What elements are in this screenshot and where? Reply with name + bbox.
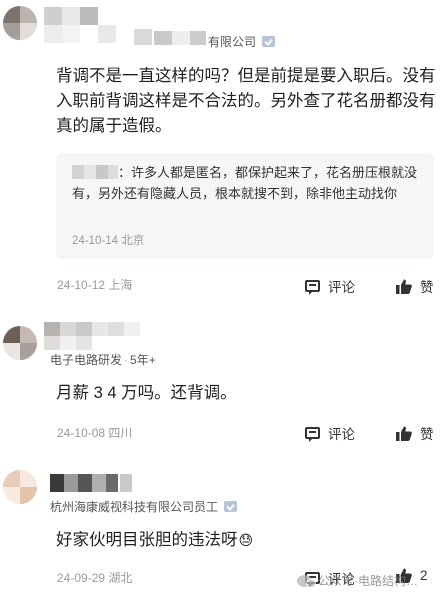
watermark-text: 公众号·电路结构… <box>318 574 418 588</box>
author-years: 5年+ <box>130 353 156 367</box>
comment-button[interactable]: 评论 <box>305 423 355 443</box>
comment-icon <box>305 427 320 442</box>
comment-text: 背调不是一直这样的吗？但是前提是要入职后。没有入职前背调这样是不合法的。另外查了… <box>56 67 436 135</box>
avatar[interactable] <box>3 470 37 504</box>
reply-date: 24-10-14 北京 <box>72 235 145 247</box>
reply-author-blurred <box>72 165 118 179</box>
comment-label: 评论 <box>328 280 355 295</box>
watermark: 公众号·电路结构… <box>297 572 418 589</box>
comment-date: 24-09-29 湖北 <box>57 571 133 585</box>
like-button[interactable]: 赞 <box>396 423 434 443</box>
verified-badge-icon <box>224 501 238 512</box>
comment-text: 月薪 3 4 万吗。还背调。 <box>56 384 237 402</box>
thumbs-up-icon <box>396 279 412 294</box>
comment-date: 24-10-12 上海 <box>57 278 133 292</box>
author-role: 电子电路研发 <box>50 353 123 367</box>
comment-label: 评论 <box>328 427 355 442</box>
comment-button[interactable]: 评论 <box>305 276 355 296</box>
quoted-reply[interactable]: ：许多人都是匿名，都保护起来了，花名册压根就没有，另外还有隐藏人员，根本就搜不到… <box>56 153 434 259</box>
thumbs-up-icon <box>396 426 412 441</box>
author-company: 杭州海康威视科技有限公司员工 <box>50 498 238 515</box>
comment-icon <box>305 280 320 295</box>
reply-text-body: ：许多人都是匿名，都保护起来了，花名册压根就没有，另外还有隐藏人员，根本就搜不到… <box>72 165 418 201</box>
separator: · <box>124 352 129 367</box>
comment-date: 24-10-08 四川 <box>57 426 133 440</box>
author-title: 电子电路研发 · 5年+ <box>50 351 156 368</box>
author-company: 有限公司 <box>208 33 276 50</box>
company-name: 有限公司 <box>208 35 257 49</box>
avatar[interactable] <box>3 6 37 40</box>
company-name: 杭州海康威视科技有限公司员工 <box>50 500 219 514</box>
comment-text-body: 好家伙明目张胆的违法呀 <box>56 531 238 549</box>
wechat-icon <box>297 574 316 588</box>
like-label: 赞 <box>420 280 434 295</box>
username-blurred[interactable] <box>44 7 214 52</box>
username-blurred[interactable] <box>50 474 132 497</box>
like-label: 赞 <box>420 427 434 442</box>
avatar[interactable] <box>3 326 37 360</box>
comment-text: 好家伙明目张胆的违法呀😓 <box>56 528 436 553</box>
reply-text: ：许多人都是匿名，都保护起来了，花名册压根就没有，另外还有隐藏人员，根本就搜不到… <box>72 162 424 204</box>
like-button[interactable]: 赞 <box>396 276 434 296</box>
like-count: 2 <box>420 568 428 583</box>
verified-badge-icon <box>262 36 276 47</box>
sweat-emoji: 😓 <box>238 532 254 548</box>
